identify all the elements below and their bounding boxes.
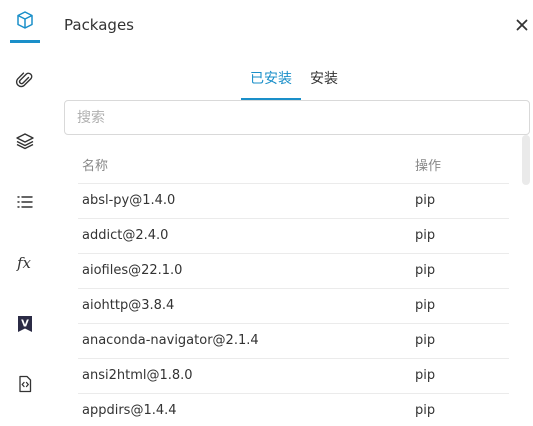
package-name: ansi2html@1.8.0 — [78, 358, 411, 394]
table-row[interactable]: aiohttp@3.8.4 pip — [78, 288, 509, 324]
package-action[interactable]: pip — [411, 358, 509, 394]
package-action[interactable]: pip — [411, 393, 509, 426]
package-name: addict@2.4.0 — [78, 218, 411, 254]
column-header-name: 名称 — [78, 146, 411, 184]
tab-install[interactable]: 安装 — [301, 64, 347, 100]
paperclip-icon — [15, 72, 33, 88]
package-table: 名称 操作 absl-py@1.4.0 pip addict@2.4.0 pip… — [78, 146, 509, 426]
svg-text:fx: fx — [16, 254, 32, 272]
table-row[interactable]: absl-py@1.4.0 pip — [78, 183, 509, 219]
left-rail: fx V — [0, 0, 50, 426]
table-row[interactable]: ansi2html@1.8.0 pip — [78, 358, 509, 394]
table-row[interactable]: anaconda-navigator@2.1.4 pip — [78, 323, 509, 359]
rail-item-code[interactable] — [8, 367, 42, 401]
rail-item-variables[interactable]: V — [8, 307, 42, 341]
rail-active-indicator — [10, 40, 40, 43]
layers-icon — [16, 133, 34, 150]
rail-item-functions[interactable]: fx — [8, 246, 42, 280]
rail-item-outline[interactable] — [8, 185, 42, 219]
package-name: aiohttp@3.8.4 — [78, 288, 411, 324]
packages-window: fx V Packages 已安装 安装 搜索 名称 操作 absl-py@1.… — [0, 0, 533, 426]
package-action[interactable]: pip — [411, 288, 509, 324]
package-name: absl-py@1.4.0 — [78, 183, 411, 219]
column-header-action: 操作 — [411, 146, 509, 184]
table-scrollbar[interactable] — [522, 135, 530, 185]
table-header-row: 名称 操作 — [78, 146, 509, 184]
cube-icon — [17, 11, 33, 29]
rail-item-layers[interactable] — [8, 124, 42, 158]
panel-title: Packages — [64, 16, 134, 34]
code-file-icon — [19, 375, 32, 393]
svg-text:V: V — [21, 319, 29, 330]
package-tabs: 已安装 安装 — [241, 64, 347, 100]
search-input[interactable] — [64, 100, 530, 135]
table-row[interactable]: addict@2.4.0 pip — [78, 218, 509, 254]
v-bookmark-icon: V — [18, 316, 32, 332]
fx-icon: fx — [16, 254, 32, 272]
package-name: aiofiles@22.1.0 — [78, 253, 411, 289]
list-icon — [17, 196, 33, 208]
package-name: appdirs@1.4.4 — [78, 393, 411, 426]
tab-installed[interactable]: 已安装 — [241, 64, 301, 100]
table-row[interactable]: appdirs@1.4.4 pip — [78, 393, 509, 426]
package-action[interactable]: pip — [411, 323, 509, 359]
rail-item-attachments[interactable] — [8, 63, 42, 97]
package-action[interactable]: pip — [411, 253, 509, 289]
package-action[interactable]: pip — [411, 183, 509, 219]
close-icon — [516, 19, 528, 31]
rail-item-packages[interactable] — [8, 3, 42, 37]
package-action[interactable]: pip — [411, 218, 509, 254]
table-row[interactable]: aiofiles@22.1.0 pip — [78, 253, 509, 289]
close-button[interactable] — [512, 15, 532, 35]
package-name: anaconda-navigator@2.1.4 — [78, 323, 411, 359]
